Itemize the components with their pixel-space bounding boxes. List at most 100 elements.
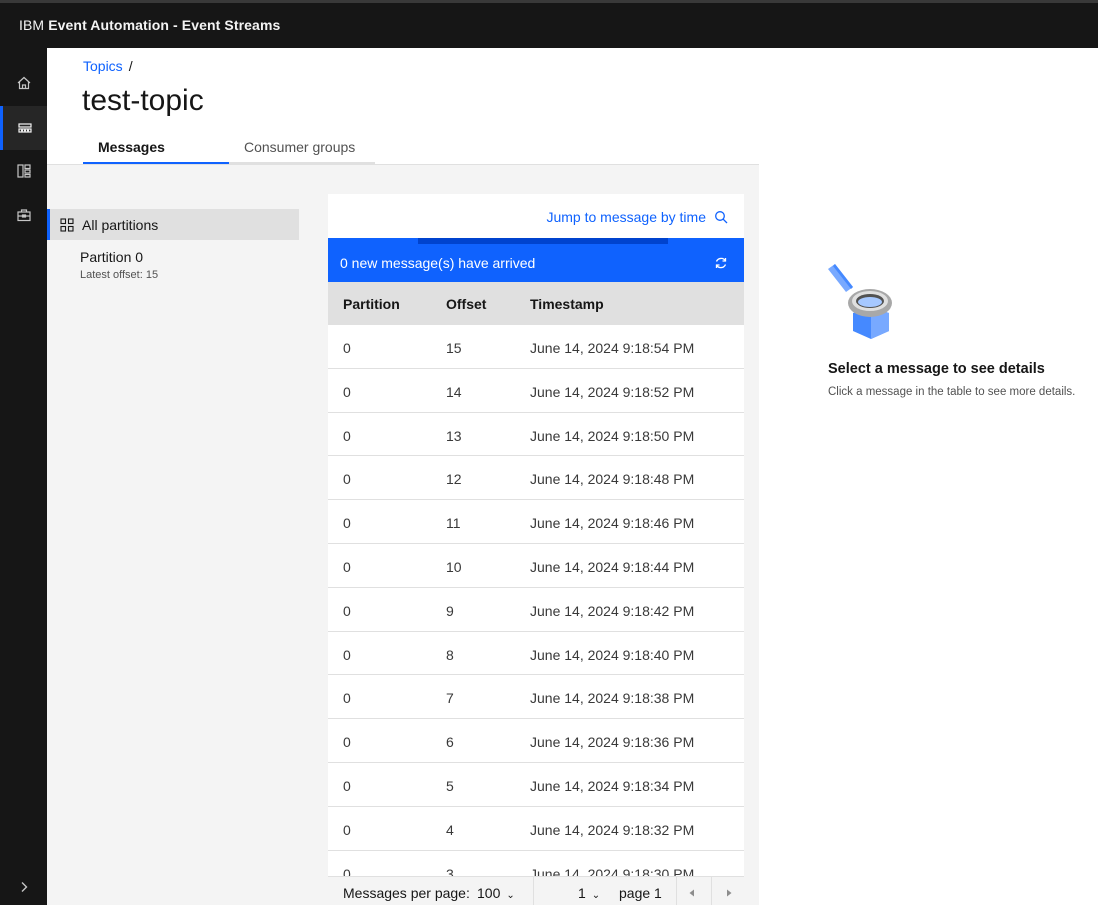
- next-page-icon[interactable]: [722, 886, 736, 900]
- partition-item-0[interactable]: Partition 0 Latest offset: 15: [47, 240, 299, 281]
- cell-offset: 6: [446, 734, 454, 751]
- product-name[interactable]: IBM Event Automation - Event Streams: [19, 17, 280, 33]
- cell-offset: 8: [446, 646, 454, 663]
- expand-nav-button[interactable]: [0, 865, 47, 905]
- details-empty-subtitle: Click a message in the table to see more…: [828, 386, 1076, 398]
- tab-list: Messages Consumer groups: [83, 133, 375, 164]
- pager-divider: [676, 877, 677, 905]
- page-title: test-topic: [82, 84, 204, 117]
- page-value: 1: [578, 885, 586, 901]
- chevron-right-icon: [21, 882, 27, 892]
- brand-prefix: IBM: [19, 17, 45, 33]
- home-icon: [17, 76, 30, 90]
- table-row[interactable]: 0 4 June 14, 2024 9:18:32 PM: [328, 807, 744, 851]
- pager-divider: [711, 877, 712, 905]
- table-row[interactable]: 0 12 June 14, 2024 9:18:48 PM: [328, 456, 744, 501]
- table-row[interactable]: 0 11 June 14, 2024 9:18:46 PM: [328, 500, 744, 544]
- cell-partition: 0: [343, 646, 351, 663]
- cell-offset: 15: [446, 340, 462, 356]
- partition-latest-offset: Latest offset: 15: [80, 269, 159, 281]
- notification-text: 0 new message(s) have arrived: [340, 255, 536, 271]
- message-details-panel: Select a message to see details Click a …: [759, 165, 1098, 905]
- jump-label: Jump to message by time: [546, 209, 706, 225]
- cell-partition: 0: [343, 602, 351, 619]
- cell-offset: 4: [446, 821, 454, 838]
- table-body: 0 15 June 14, 2024 9:18:54 PM 0 14 June 14, 2…: [328, 325, 744, 895]
- cell-offset: 13: [446, 427, 462, 444]
- cell-partition: 0: [343, 383, 351, 400]
- nav-topics[interactable]: [0, 106, 47, 150]
- tab-messages[interactable]: Messages: [83, 133, 229, 164]
- search-icon: [715, 211, 728, 224]
- chevron-down-icon: ⌄: [591, 890, 601, 901]
- table-row[interactable]: 0 13 June 14, 2024 9:18:50 PM: [328, 413, 744, 457]
- cell-offset: 14: [446, 383, 462, 400]
- side-nav-rail: [0, 48, 47, 905]
- per-page-select[interactable]: 100 ⌄: [477, 885, 515, 901]
- toolbox-icon: [16, 209, 31, 222]
- breadcrumb-topics-link[interactable]: Topics: [83, 58, 123, 74]
- table-row[interactable]: 0 6 June 14, 2024 9:18:36 PM: [328, 719, 744, 763]
- cell-partition: 0: [343, 427, 351, 444]
- nav-toolbox[interactable]: [0, 193, 47, 237]
- cell-partition: 0: [343, 777, 351, 794]
- jump-to-time-button[interactable]: Jump to message by time: [546, 209, 728, 225]
- cell-timestamp: June 14, 2024 9:18:48 PM: [530, 471, 695, 488]
- new-messages-notification: 0 new message(s) have arrived: [328, 244, 744, 282]
- cell-partition: 0: [343, 515, 351, 532]
- partition-all-label: All partitions: [82, 216, 159, 233]
- partition-name: Partition 0: [80, 249, 144, 265]
- cell-offset: 9: [446, 602, 454, 619]
- top-header: IBM Event Automation - Event Streams: [0, 0, 1098, 48]
- table-row[interactable]: 0 15 June 14, 2024 9:18:54 PM: [328, 325, 744, 369]
- cell-offset: 5: [446, 777, 454, 794]
- column-header-partition[interactable]: Partition: [343, 296, 400, 312]
- breadcrumb: Topics /: [83, 58, 133, 74]
- previous-page-icon[interactable]: [685, 886, 699, 900]
- cell-offset: 11: [446, 515, 461, 532]
- cell-offset: 10: [446, 558, 462, 575]
- table-header: Partition Offset Timestamp: [328, 282, 744, 325]
- messages-table-panel: Jump to message by time 0 new message(s)…: [328, 194, 744, 905]
- per-page-label: Messages per page:: [343, 885, 470, 901]
- grid-icon: [60, 217, 74, 232]
- table-row[interactable]: 0 14 June 14, 2024 9:18:52 PM: [328, 369, 744, 413]
- page-label: page 1: [619, 885, 662, 901]
- cell-offset: 12: [446, 471, 462, 488]
- refresh-icon[interactable]: [714, 256, 728, 270]
- partition-item-all[interactable]: All partitions: [47, 209, 299, 240]
- cell-partition: 0: [343, 340, 351, 356]
- cell-partition: 0: [343, 471, 351, 488]
- cell-timestamp: June 14, 2024 9:18:50 PM: [530, 427, 695, 444]
- pagination: Messages per page: 100 ⌄ 1 ⌄ page 1: [328, 876, 744, 905]
- cell-timestamp: June 14, 2024 9:18:42 PM: [530, 602, 695, 619]
- cell-timestamp: June 14, 2024 9:18:52 PM: [530, 383, 695, 400]
- cell-partition: 0: [343, 821, 351, 838]
- table-row[interactable]: 0 8 June 14, 2024 9:18:40 PM: [328, 632, 744, 676]
- cell-timestamp: June 14, 2024 9:18:34 PM: [530, 777, 695, 794]
- cell-offset: 7: [446, 690, 454, 707]
- brand-name: Event Automation - Event Streams: [48, 17, 281, 33]
- cell-partition: 0: [343, 734, 351, 751]
- table-row[interactable]: 0 5 June 14, 2024 9:18:34 PM: [328, 763, 744, 807]
- table-row[interactable]: 0 9 June 14, 2024 9:18:42 PM: [328, 588, 744, 632]
- cell-partition: 0: [343, 558, 351, 575]
- schema-icon: [16, 164, 31, 178]
- page-select[interactable]: 1 ⌄: [578, 885, 600, 901]
- cell-timestamp: June 14, 2024 9:18:40 PM: [530, 646, 695, 663]
- column-header-offset[interactable]: Offset: [446, 296, 486, 312]
- topics-icon: [18, 123, 32, 133]
- cell-timestamp: June 14, 2024 9:18:44 PM: [530, 558, 695, 575]
- magnifier-illustration: [828, 264, 892, 339]
- nav-schemas[interactable]: [0, 149, 47, 193]
- details-empty-title: Select a message to see details: [828, 361, 1045, 377]
- cell-timestamp: June 14, 2024 9:18:54 PM: [530, 340, 695, 356]
- column-header-timestamp[interactable]: Timestamp: [530, 296, 604, 312]
- nav-home[interactable]: [0, 61, 47, 105]
- tab-consumer-groups[interactable]: Consumer groups: [229, 133, 375, 164]
- cell-timestamp: June 14, 2024 9:18:38 PM: [530, 690, 695, 707]
- table-row[interactable]: 0 7 June 14, 2024 9:18:38 PM: [328, 675, 744, 720]
- cell-timestamp: June 14, 2024 9:18:32 PM: [530, 821, 695, 838]
- table-row[interactable]: 0 10 June 14, 2024 9:18:44 PM: [328, 544, 744, 588]
- chevron-down-icon: ⌄: [506, 890, 515, 901]
